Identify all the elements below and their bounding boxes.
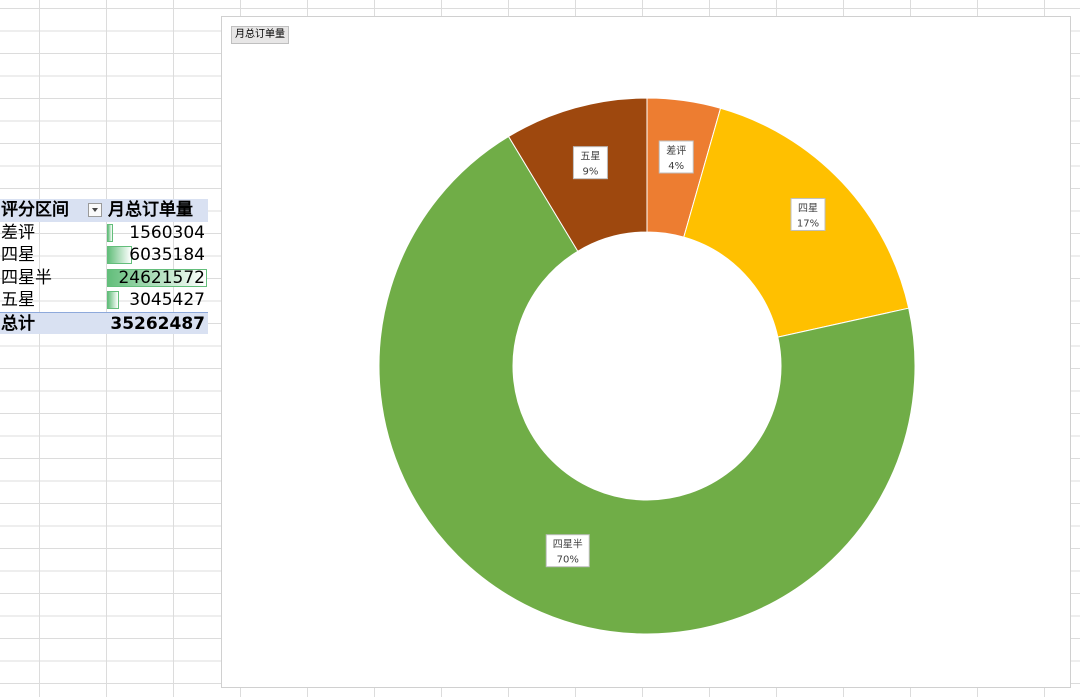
pivot-row[interactable]: 五星 3045427 — [0, 289, 208, 312]
slice-data-label[interactable]: 四星 17% — [790, 197, 826, 231]
slice-data-label[interactable]: 差评 4% — [658, 140, 694, 174]
pivot-total-value: 35262487 — [110, 313, 205, 334]
pivot-value-cell[interactable]: 24621572 — [106, 267, 208, 290]
pivot-row-value: 24621572 — [118, 267, 205, 288]
donut-chart: 差评 4% 四星 17% 四星半 70% 五星 9% — [378, 97, 916, 635]
pivot-row-value: 3045427 — [129, 290, 205, 310]
pivot-row-label: 四星半 — [1, 267, 52, 288]
slice-label-percent: 70% — [557, 555, 579, 566]
pivot-row[interactable]: 四星半 24621572 — [0, 267, 208, 290]
pivot-value-cell[interactable]: 3045427 — [106, 289, 208, 312]
pivot-row-value: 6035184 — [129, 245, 205, 265]
pivot-value-cell[interactable]: 6035184 — [106, 244, 208, 267]
pivot-header-row-label: 评分区间 — [1, 200, 69, 220]
pivot-row[interactable]: 四星 6035184 — [0, 244, 208, 267]
slice-label-name: 四星半 — [553, 538, 583, 551]
pivot-table: 评分区间 月总订单量 差评 1560304 四星 6035184 四星半 246… — [0, 199, 208, 334]
pivot-row-label: 差评 — [1, 222, 35, 243]
slice-label-percent: 17% — [797, 218, 819, 229]
pivot-value-cell[interactable]: 1560304 — [106, 222, 208, 245]
pivot-total-row[interactable]: 总计 35262487 — [0, 311, 208, 334]
filter-dropdown-icon[interactable] — [88, 203, 102, 217]
pivot-row-label: 五星 — [1, 290, 35, 310]
slice-label-name: 差评 — [666, 144, 686, 157]
pivot-chart[interactable]: 月总订单量 差评 4% 四星 17% 四星半 70% 五星 9% — [221, 16, 1071, 688]
data-bar — [107, 246, 132, 264]
slice-label-percent: 9% — [583, 167, 599, 178]
pivot-row-value: 1560304 — [129, 222, 205, 243]
slice-data-label[interactable]: 四星半 70% — [545, 534, 590, 568]
slice-label-percent: 4% — [668, 161, 684, 172]
pivot-header-values-label: 月总订单量 — [108, 200, 193, 220]
slice-label-name: 四星 — [798, 202, 818, 214]
pivot-total-label: 总计 — [1, 313, 35, 334]
data-bar — [107, 223, 113, 242]
data-bar — [107, 291, 119, 309]
pivot-row[interactable]: 差评 1560304 — [0, 222, 208, 245]
slice-data-label[interactable]: 五星 9% — [572, 146, 608, 180]
pivot-row-label: 四星 — [1, 245, 35, 265]
pivot-header-row: 评分区间 月总订单量 — [0, 199, 208, 222]
slice-label-name: 五星 — [580, 151, 600, 163]
